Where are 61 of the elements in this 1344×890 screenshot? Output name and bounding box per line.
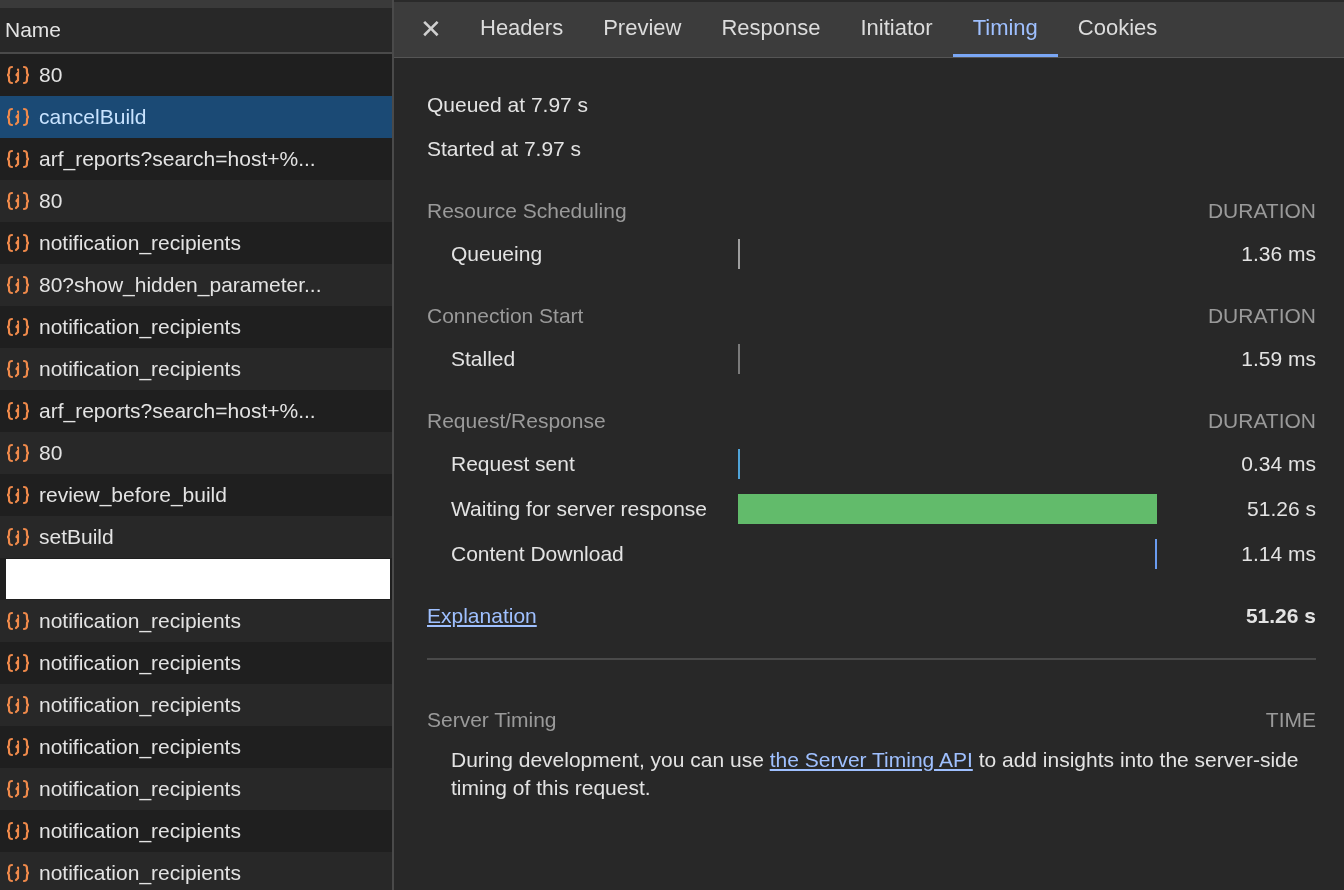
json-braces-icon: [5, 653, 31, 673]
json-braces-icon: [5, 233, 31, 253]
column-label: TIME: [1265, 708, 1316, 732]
json-braces-icon: [5, 443, 31, 463]
phase-label: Content Download: [450, 540, 625, 567]
json-braces-icon: [5, 317, 31, 337]
started-time: Started at 7.97 s: [427, 137, 582, 161]
total-duration: 51.26 s: [1245, 604, 1316, 628]
section-title: Request/Response: [427, 409, 606, 433]
json-braces-icon: [5, 107, 31, 127]
tab[interactable]: Cookies: [1057, 2, 1178, 57]
json-braces-icon: [5, 527, 31, 547]
column-label: DURATION: [1207, 199, 1316, 223]
request-row[interactable]: notification_recipients: [0, 726, 392, 768]
json-braces-icon: [5, 611, 31, 631]
json-braces-icon: [5, 401, 31, 421]
json-braces-icon: [5, 821, 31, 841]
section-title: Server Timing: [427, 708, 557, 732]
close-button[interactable]: ✕: [394, 2, 460, 57]
tab[interactable]: Response: [701, 2, 841, 57]
column-label: DURATION: [1207, 409, 1316, 433]
json-braces-icon: [5, 149, 31, 169]
column-header[interactable]: Name: [5, 18, 62, 42]
tab[interactable]: Preview: [583, 2, 702, 57]
section-title: Resource Scheduling: [427, 199, 627, 223]
phase-duration: 1.59 ms: [1240, 346, 1316, 371]
json-braces-icon: [5, 737, 31, 757]
explanation-link[interactable]: Explanation: [427, 604, 537, 628]
request-row[interactable]: notification_recipients: [0, 306, 392, 348]
column-label: DURATION: [1207, 304, 1316, 328]
phase-label: Stalled: [450, 345, 517, 372]
queued-time: Queued at 7.97 s: [427, 93, 589, 117]
phase-duration: 0.34 ms: [1240, 451, 1316, 476]
request-row[interactable]: cancelBuild: [0, 96, 392, 138]
tab[interactable]: Headers: [460, 2, 584, 57]
json-braces-icon: [5, 275, 31, 295]
json-braces-icon: [5, 485, 31, 505]
request-row[interactable]: review_before_build: [0, 474, 392, 516]
server-timing-link[interactable]: the Server Timing API: [769, 748, 973, 771]
section-title: Connection Start: [427, 304, 584, 328]
json-braces-icon: [5, 863, 31, 883]
phase-label: Queueing: [450, 240, 544, 267]
request-row[interactable]: arf_reports?search=host+%...: [0, 138, 392, 180]
json-braces-icon: [5, 191, 31, 211]
tab[interactable]: Initiator: [840, 2, 953, 57]
json-braces-icon: [5, 65, 31, 85]
request-row[interactable]: notification_recipients: [0, 642, 392, 684]
phase-label: Request sent: [450, 450, 576, 477]
request-row[interactable]: notification_recipients: [0, 222, 392, 264]
request-row[interactable]: arf_reports?search=host+%...: [0, 390, 392, 432]
phase-duration: 1.36 ms: [1240, 241, 1316, 266]
request-row[interactable]: 80: [0, 54, 392, 96]
json-braces-icon: [5, 779, 31, 799]
phase-duration: 51.26 s: [1246, 496, 1316, 521]
phase-label: Waiting for server response: [450, 495, 708, 522]
request-row[interactable]: notification_recipients: [0, 810, 392, 852]
server-timing-text: During development, you can use the Server Timing API to add insights into the server-side timing of this request.: [450, 747, 1300, 801]
phase-duration: 1.14 ms: [1240, 541, 1316, 566]
tab[interactable]: Timing: [952, 2, 1058, 57]
json-braces-icon: [5, 695, 31, 715]
json-braces-icon: [5, 359, 31, 379]
